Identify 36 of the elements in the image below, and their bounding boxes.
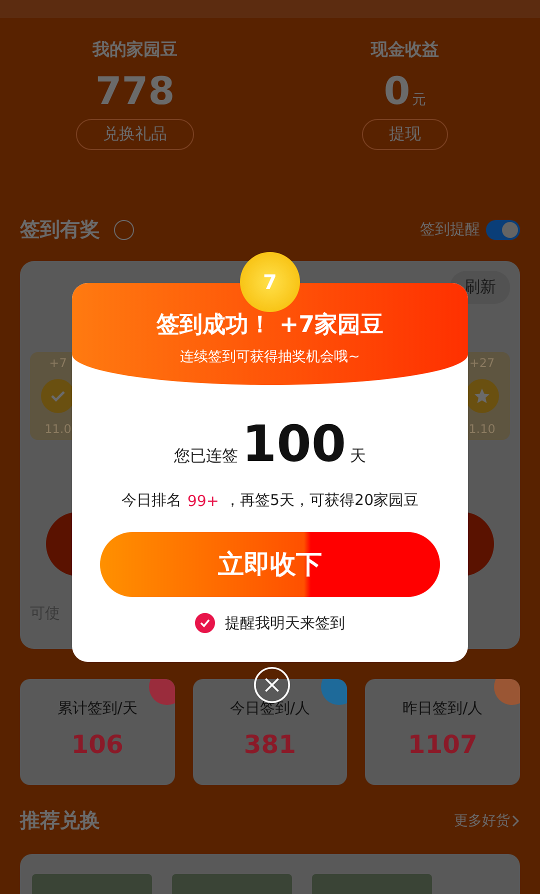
stat-label: 今日签到/人 <box>230 699 310 718</box>
collect-button[interactable]: 立即收下 <box>100 532 440 597</box>
streak-prefix: 您已连签 <box>174 446 238 467</box>
reminder-label: 签到提醒 <box>420 220 480 239</box>
asset-action-button[interactable]: 兑换礼品 <box>76 119 194 150</box>
help-icon[interactable] <box>114 220 134 240</box>
stat-label: 昨日签到/人 <box>402 699 483 718</box>
check-icon <box>200 618 210 628</box>
asset-label: 我的家园豆 <box>92 39 178 61</box>
asset-unit: 元 <box>412 91 426 109</box>
more-link[interactable]: 更多好货 <box>454 812 520 830</box>
stat-value: 381 <box>244 730 296 759</box>
dialog-title: 签到成功！ +7家园豆 <box>156 310 384 340</box>
chevron-right-icon <box>512 814 520 826</box>
reminder-toggle[interactable] <box>486 220 520 240</box>
stat-value: 106 <box>71 730 124 759</box>
close-icon <box>264 676 280 694</box>
asset-value: 0 <box>384 69 410 113</box>
asset-label: 现金收益 <box>371 39 439 61</box>
streak-unit: 天 <box>350 446 366 467</box>
section-title: 签到有奖 <box>20 216 100 243</box>
stat-value: 1107 <box>408 730 478 759</box>
stat-label: 累计签到/天 <box>57 699 138 718</box>
remind-label: 提醒我明天来签到 <box>225 614 345 632</box>
star-coin-icon <box>465 378 499 413</box>
dialog-subtitle: 连续签到可获得抽奖机会哦~ <box>180 348 360 366</box>
check-coin-icon <box>41 378 75 413</box>
asset-value: 778 <box>95 69 175 113</box>
rank-label: 今日排名 <box>121 491 182 510</box>
streak-days: 100 <box>242 417 346 471</box>
section-title: 推荐兑换 <box>20 807 100 834</box>
remind-checkbox[interactable] <box>195 613 215 633</box>
close-button[interactable] <box>254 667 290 703</box>
rank-note: ，再签5天，可获得20家园豆 <box>225 491 419 510</box>
rank-value: 99+ <box>187 492 219 510</box>
asset-action-button[interactable]: 提现 <box>362 119 448 150</box>
